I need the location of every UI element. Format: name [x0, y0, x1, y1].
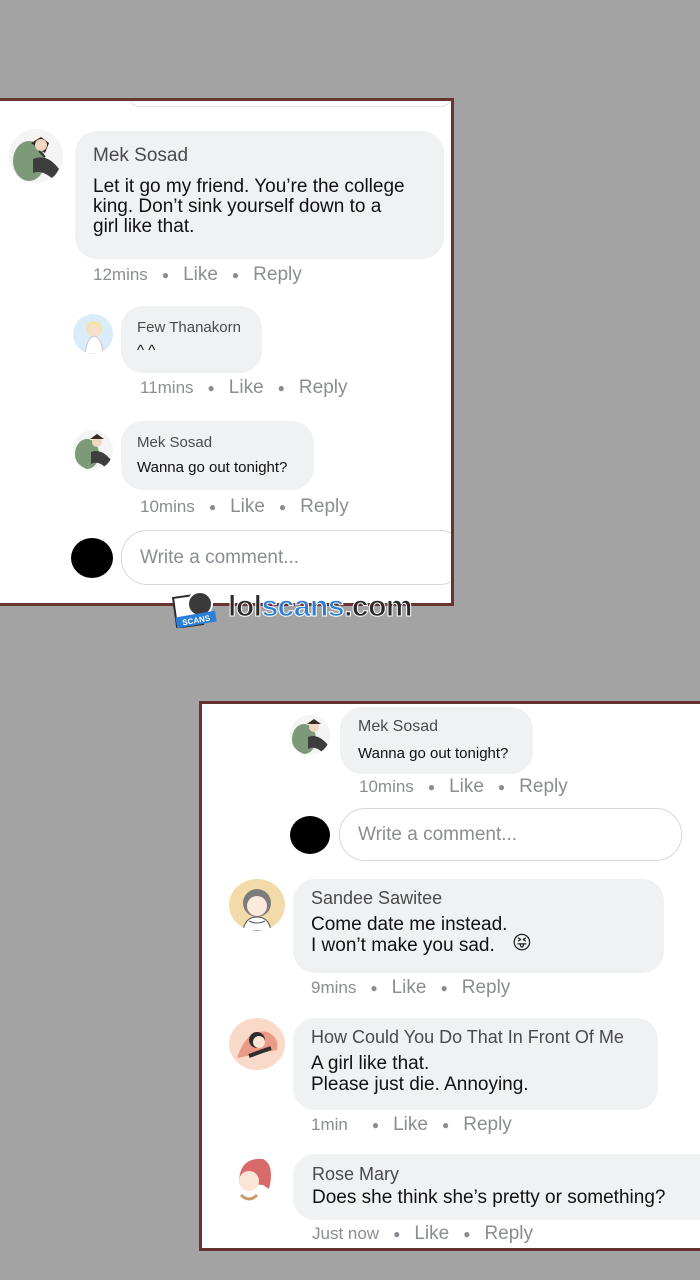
reply-bubble: Mek Sosad Wanna go out tonight?	[340, 707, 533, 774]
separator-dot: ●	[231, 268, 240, 282]
reply-button[interactable]: Reply	[463, 1114, 512, 1136]
comment-actions: Just now ● Like ● Reply	[312, 1223, 533, 1245]
separator-dot: ●	[161, 268, 170, 282]
watermark-com: .com	[344, 590, 414, 624]
avatar-rose-mary[interactable]	[229, 1153, 277, 1203]
avatar-mek-sosad[interactable]	[73, 430, 113, 470]
comment-thread-panel-bottom: Mek Sosad Wanna go out tonight? 10mins ●…	[199, 701, 700, 1251]
comment-input[interactable]: Write a comment...	[339, 808, 682, 861]
comment-actions: 12mins ● Like ● Reply	[93, 264, 302, 286]
like-button[interactable]: Like	[392, 977, 427, 999]
reply-button[interactable]: Reply	[300, 496, 349, 518]
watermark-scans: scans	[261, 590, 345, 624]
cut-off-bubble	[127, 101, 451, 107]
separator-dot: ●	[441, 1118, 450, 1132]
comment-thread-panel-top: Mek Sosad Let it go my friend. You’re th…	[0, 98, 454, 606]
avatar-few-thanakorn[interactable]	[73, 314, 113, 354]
comment-author[interactable]: Mek Sosad	[358, 718, 438, 736]
comment-text: Come date me instead. I won’t make you s…	[311, 914, 508, 956]
comment-text: Does she think she’s pretty or something…	[312, 1187, 666, 1208]
watermark-lol: lol	[228, 590, 263, 624]
timestamp: 1min	[311, 1115, 348, 1134]
like-button[interactable]: Like	[229, 377, 264, 399]
comment-author[interactable]: Mek Sosad	[93, 145, 188, 167]
avatar-how-could-you[interactable]	[229, 1018, 285, 1070]
timestamp: 11mins	[140, 378, 194, 397]
reply-button[interactable]: Reply	[299, 377, 348, 399]
comment-author[interactable]: How Could You Do That In Front Of Me	[311, 1027, 624, 1048]
comment-author[interactable]: Few Thanakorn	[137, 319, 241, 336]
timestamp: 10mins	[359, 777, 414, 796]
comment-text: Wanna go out tonight?	[137, 459, 288, 476]
comment-text: A girl like that. Please just die. Annoy…	[311, 1053, 529, 1095]
comment-author[interactable]: Sandee Sawitee	[311, 888, 442, 909]
comment-actions: 11mins ● Like ● Reply	[140, 377, 347, 399]
lolscans-logo: SCANS	[171, 588, 228, 629]
like-button[interactable]: Like	[393, 1114, 428, 1136]
avatar-mek-sosad[interactable]	[9, 129, 63, 183]
separator-dot: ●	[278, 500, 287, 514]
comment-actions: 10mins ● Like ● Reply	[140, 496, 349, 518]
separator-dot: ●	[393, 1227, 401, 1241]
comment-text: Wanna go out tonight?	[358, 745, 509, 762]
timestamp: 10mins	[140, 497, 195, 516]
comment-text: ^ ^	[137, 342, 156, 359]
like-button[interactable]: Like	[449, 776, 484, 798]
timestamp: 12mins	[93, 265, 148, 284]
reply-button[interactable]: Reply	[519, 776, 568, 798]
comment-author[interactable]: Mek Sosad	[137, 434, 212, 451]
like-button[interactable]: Like	[414, 1223, 449, 1245]
separator-dot: ●	[207, 381, 215, 395]
self-avatar	[71, 538, 113, 578]
separator-dot: ●	[371, 1118, 380, 1132]
comment-author[interactable]: Rose Mary	[312, 1164, 399, 1185]
lolscans-watermark: SCANS lolscans.com	[171, 586, 462, 630]
comment-actions: 10mins ● Like ● Reply	[359, 776, 568, 798]
separator-dot: ●	[208, 500, 217, 514]
watermark-text: lolscans.com	[228, 590, 414, 624]
reply-bubble: Mek Sosad Wanna go out tonight?	[121, 421, 314, 490]
avatar-mek-sosad[interactable]	[290, 715, 330, 755]
comment-actions: 9mins ● Like ● Reply	[311, 977, 510, 999]
comment-input-placeholder: Write a comment...	[140, 546, 300, 568]
separator-dot: ●	[277, 381, 285, 395]
separator-dot: ●	[370, 981, 378, 995]
reply-bubble: Few Thanakorn ^ ^	[121, 306, 262, 373]
comment-bubble: Sandee Sawitee Come date me instead. I w…	[293, 879, 664, 973]
separator-dot: ●	[440, 981, 448, 995]
reply-button[interactable]: Reply	[253, 264, 302, 286]
comment-bubble: How Could You Do That In Front Of Me A g…	[293, 1018, 658, 1110]
separator-dot: ●	[463, 1227, 471, 1241]
reply-button[interactable]: Reply	[484, 1223, 533, 1245]
comment-input[interactable]: Write a comment...	[121, 530, 451, 585]
timestamp: 9mins	[311, 978, 357, 997]
timestamp: Just now	[312, 1224, 380, 1243]
comment-bubble: Mek Sosad Let it go my friend. You’re th…	[75, 131, 444, 259]
tongue-out-emoji: 😝	[512, 933, 532, 954]
like-button[interactable]: Like	[230, 496, 265, 518]
reply-button[interactable]: Reply	[462, 977, 511, 999]
comment-bubble: Rose Mary Does she think she’s pretty or…	[293, 1154, 700, 1220]
like-button[interactable]: Like	[183, 264, 218, 286]
comment-input-placeholder: Write a comment...	[358, 823, 518, 845]
comment-actions: 1min ● Like ● Reply	[311, 1114, 512, 1136]
comment-text: Let it go my friend. You’re the college …	[93, 176, 405, 237]
avatar-sandee-sawitee[interactable]	[229, 879, 285, 931]
separator-dot: ●	[427, 780, 436, 794]
separator-dot: ●	[497, 780, 506, 794]
self-avatar	[290, 816, 330, 854]
